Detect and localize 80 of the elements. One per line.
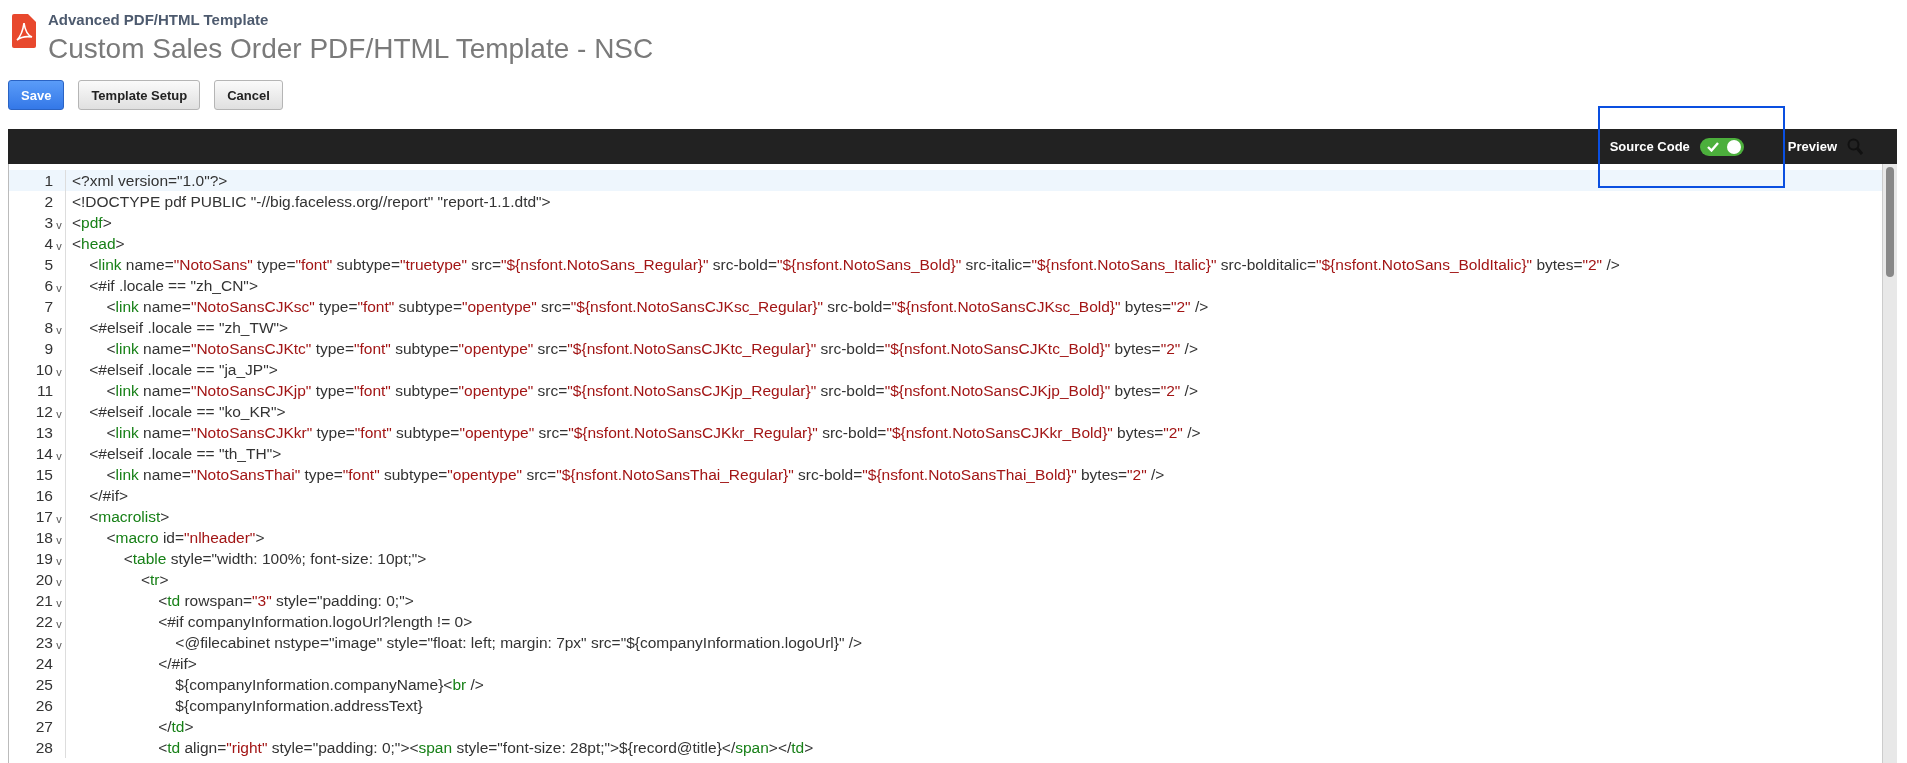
fold-toggle[interactable]: v: [53, 632, 65, 653]
line-number: 21: [35, 591, 53, 611]
fold-toggle[interactable]: v: [53, 443, 65, 464]
line-number: 10: [35, 360, 53, 380]
code-line: <#if .locale == "zh_CN">: [88, 276, 258, 296]
preview-link[interactable]: Preview: [1787, 139, 1837, 154]
code-line: <!DOCTYPE pdf PUBLIC "-//big.faceless.org//report" "report-1.1.dtd">: [72, 192, 551, 212]
code-line: <link name="NotoSans" type="font" subtype="truetype" src="${nsfont.NotoSans_Regular}" src-bold="${nsfont.NotoSans_Bold}" src-italic="${nsfont.NotoSans_Italic}" src-bolditalic="${nsfont.NotoSans_BoldItalic}" bytes="2" />: [88, 255, 1620, 275]
code-line: <td rowspan="3" style="padding: 0;">: [157, 591, 414, 611]
line-number: 18: [35, 528, 53, 548]
line-number: 5: [44, 255, 53, 275]
code-line: <@filecabinet nstype="image" style="float: left; margin: 7px" src="${companyInformation.logoUrl}" />: [174, 633, 863, 653]
source-code-label: Source Code: [1609, 139, 1690, 154]
fold-toggle[interactable]: v: [53, 506, 65, 527]
line-number: 25: [35, 675, 53, 695]
line-number: 2: [44, 192, 53, 212]
fold-toggle[interactable]: v: [53, 233, 65, 254]
code-line: <?xml version="1.0"?>: [72, 171, 228, 191]
line-number: 7: [44, 297, 53, 317]
line-number: 15: [35, 465, 53, 485]
line-number: 4: [44, 234, 53, 254]
code-line: <macrolist>: [88, 507, 170, 527]
code-line: <link name="NotoSansCJKtc" type="font" subtype="opentype" src="${nsfont.NotoSansCJKtc_Regular}" src-bold="${nsfont.NotoSansCJKtc_Bold}" bytes="2" />: [105, 339, 1198, 359]
line-number: 23: [35, 633, 53, 653]
code-line: <tr>: [139, 570, 169, 590]
line-number: 1: [44, 171, 53, 191]
action-button[interactable]: Cancel: [214, 80, 283, 110]
code-line: <link name="NotoSansThai" type="font" subtype="opentype" src="${nsfont.NotoSansThai_Regular}" src-bold="${nsfont.NotoSansThai_Bold}" bytes="2" />: [105, 465, 1165, 485]
fold-toggle[interactable]: v: [53, 527, 65, 548]
code-line: <#elseif .locale == "th_TH">: [88, 444, 282, 464]
fold-toggle[interactable]: v: [53, 569, 65, 590]
code-line: <link name="NotoSansCJKjp" type="font" subtype="opentype" src="${nsfont.NotoSansCJKjp_Regular}" src-bold="${nsfont.NotoSansCJKjp_Bold}" bytes="2" />: [105, 381, 1198, 401]
line-number: 27: [35, 717, 53, 737]
fold-toggle[interactable]: v: [53, 275, 65, 296]
code-line: <head>: [72, 234, 125, 254]
code-line: <link name="NotoSansCJKsc" type="font" subtype="opentype" src="${nsfont.NotoSansCJKsc_Regular}" src-bold="${nsfont.NotoSansCJKsc_Bold}" bytes="2" />: [105, 297, 1209, 317]
record-type-label: Advanced PDF/HTML Template: [48, 11, 270, 28]
page-title: Custom Sales Order PDF/HTML Template - NSC: [48, 32, 654, 66]
line-number: 8: [44, 318, 53, 338]
code-line: <link name="NotoSansCJKkr" type="font" subtype="opentype" src="${nsfont.NotoSansCJKkr_Regular}" src-bold="${nsfont.NotoSansCJKkr_Bold}" bytes="2" />: [105, 423, 1201, 443]
line-number: 16: [35, 486, 53, 506]
code-line: </td>: [157, 717, 194, 737]
code-line: <td align="right" style="padding: 0;"><span style="font-size: 28pt;">${record@title}</span></td>: [157, 738, 814, 758]
line-number: 14: [35, 444, 53, 464]
code-line: ${companyInformation.companyName}<br />: [174, 675, 484, 695]
line-number: 12: [35, 402, 53, 422]
source-code-toggle[interactable]: [1699, 137, 1744, 156]
checkmark-icon: [1706, 141, 1719, 152]
fold-toggle[interactable]: v: [53, 359, 65, 380]
line-number: 19: [35, 549, 53, 569]
pdf-file-icon: [12, 14, 36, 48]
fold-toggle[interactable]: v: [53, 317, 65, 338]
code-line: </#if>: [88, 486, 128, 506]
code-line: <#elseif .locale == "zh_TW">: [88, 318, 289, 338]
fold-toggle[interactable]: v: [53, 401, 65, 422]
fold-toggle[interactable]: v: [53, 611, 65, 632]
code-line: </#if>: [157, 654, 197, 674]
line-number: 11: [36, 381, 53, 401]
line-number: 13: [35, 423, 53, 443]
line-number: 28: [35, 738, 53, 758]
fold-toggle[interactable]: v: [53, 590, 65, 611]
fold-toggle[interactable]: v: [53, 212, 65, 233]
line-number: 22: [35, 612, 53, 632]
line-number: 26: [35, 696, 53, 716]
line-number: 17: [35, 507, 53, 527]
action-button[interactable]: Template Setup: [78, 80, 201, 110]
code-line: <macro id="nlheader">: [105, 528, 265, 548]
code-line: ${companyInformation.addressText}: [174, 696, 423, 716]
line-number: 6: [44, 276, 53, 296]
line-number: 9: [44, 339, 53, 359]
code-line: <#elseif .locale == "ko_KR">: [88, 402, 286, 422]
line-number: 3: [44, 213, 53, 233]
code-line: <#elseif .locale == "ja_JP">: [88, 360, 278, 380]
scrollbar[interactable]: [1882, 164, 1897, 763]
code-line: <pdf>: [72, 213, 112, 233]
fold-toggle[interactable]: v: [53, 548, 65, 569]
code-line: <#if companyInformation.logoUrl?length != 0>: [157, 612, 473, 632]
line-number: 24: [35, 654, 53, 674]
line-number: 20: [35, 570, 53, 590]
code-line: <table style="width: 100%; font-size: 10pt;">: [122, 549, 427, 569]
